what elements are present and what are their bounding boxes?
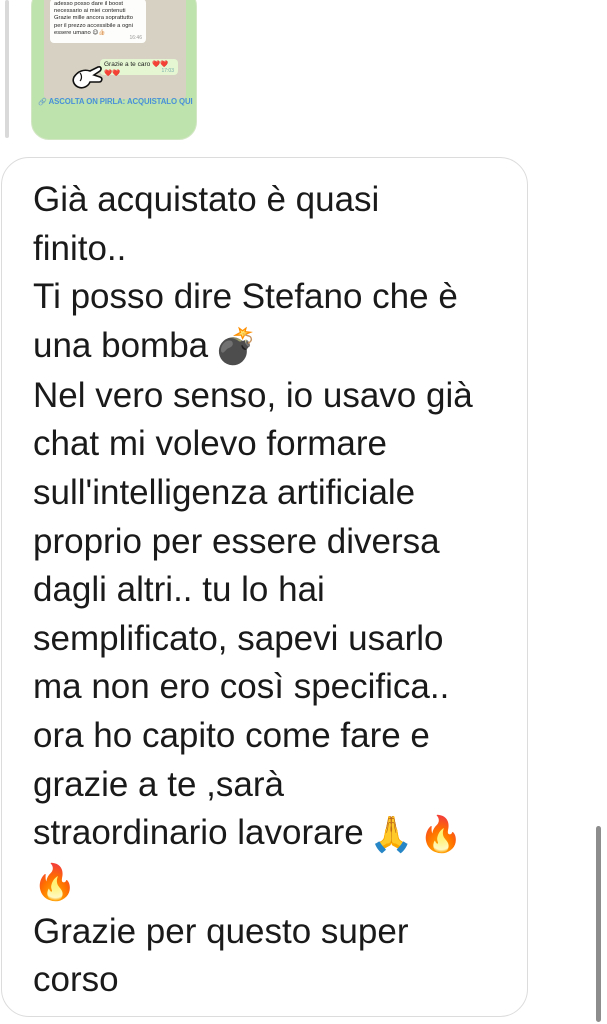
preview-incoming-time: 16:46 bbox=[129, 34, 142, 41]
preview-link[interactable]: 🔗 ASCOLTA ON PIRLA: ACQUISTALO QUI bbox=[38, 95, 193, 109]
message-bubble[interactable]: Già acquistato è quasi finito.. Ti posso… bbox=[1, 157, 528, 1017]
message-text-part2: Nel vero senso, io usavo già chat mi vol… bbox=[33, 375, 473, 853]
fire-emoji-icon: 🔥 bbox=[419, 814, 463, 854]
pray-emoji-icon: 🙏 bbox=[369, 814, 414, 854]
bomb-emoji-icon: 💣 bbox=[214, 327, 258, 367]
preview-screenshot: adesso posso dare il boost necessario ai… bbox=[44, 0, 186, 99]
reply-quote-bar bbox=[5, 0, 9, 138]
preview-incoming-text: adesso posso dare il boost necessario ai… bbox=[54, 1, 133, 36]
preview-incoming-message: adesso posso dare il boost necessario ai… bbox=[50, 0, 146, 43]
preview-outgoing-time: 17:03 bbox=[161, 68, 174, 74]
scroll-indicator[interactable] bbox=[596, 826, 601, 1022]
fire-emoji-icon-2: 🔥 bbox=[33, 863, 77, 903]
message-text: Già acquistato è quasi finito.. Ti posso… bbox=[33, 176, 503, 1005]
pointing-hand-icon bbox=[72, 66, 103, 89]
preview-link-text: ASCOLTA ON PIRLA: ACQUISTALO QUI bbox=[48, 97, 193, 106]
preview-outgoing-text: Grazie a te caro ❤️❤️❤️❤️ bbox=[104, 61, 169, 77]
story-reply-preview[interactable]: adesso posso dare il boost necessario ai… bbox=[31, 0, 197, 140]
message-text-part3: Grazie per questo super corso bbox=[33, 911, 409, 1000]
chat-screen: adesso posso dare il boost necessario ai… bbox=[0, 0, 607, 1024]
link-icon: 🔗 bbox=[38, 99, 47, 106]
preview-outgoing-message: Grazie a te caro ❤️❤️❤️❤️ 17:03 bbox=[100, 59, 178, 77]
